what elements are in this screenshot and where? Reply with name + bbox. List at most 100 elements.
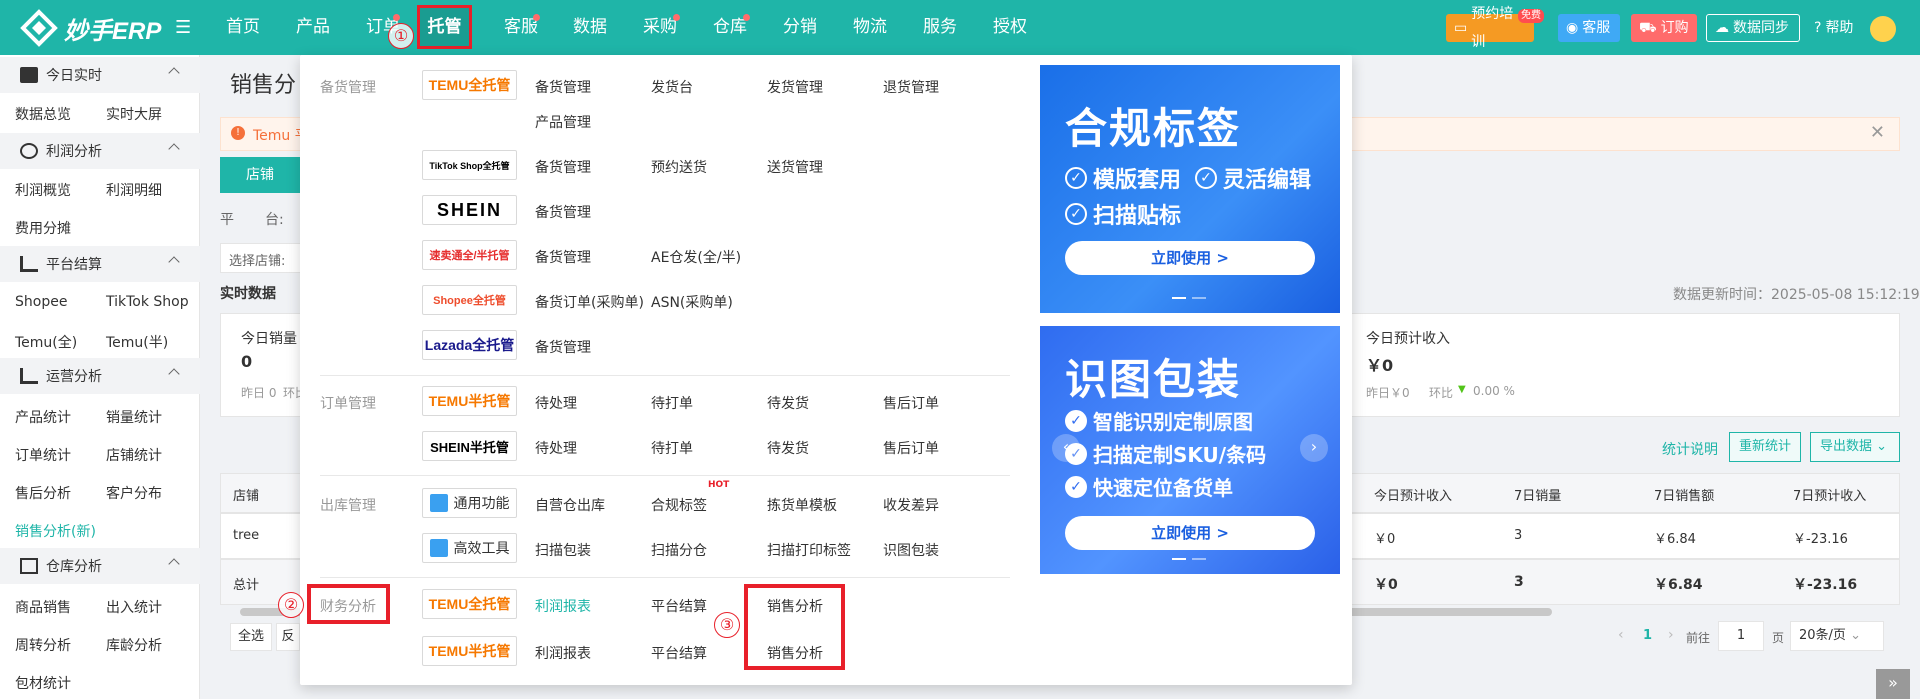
- link-temu-toprint[interactable]: 待打单: [651, 393, 693, 413]
- export-button[interactable]: 导出数据 ⌄: [1810, 432, 1900, 462]
- link-ship-desk[interactable]: 发货台: [651, 77, 693, 97]
- brand-logo[interactable]: 妙手ERP: [20, 9, 161, 47]
- nav-warehouse[interactable]: 仓库: [705, 0, 755, 55]
- invert-button[interactable]: 反: [276, 623, 300, 651]
- link-platform-settle-1[interactable]: 平台结算: [651, 596, 707, 616]
- nav-home[interactable]: 首页: [218, 0, 268, 55]
- sidebar-item-customer[interactable]: 客户分布: [106, 483, 162, 503]
- sidebar-item-shop-stats[interactable]: 店铺统计: [106, 445, 162, 465]
- nav-purchase[interactable]: 采购: [635, 0, 685, 55]
- nav-authorize[interactable]: 授权: [985, 0, 1035, 55]
- link-shein-toprint[interactable]: 待打单: [651, 438, 693, 458]
- link-return-manage[interactable]: 退货管理: [883, 77, 939, 97]
- link-pick-template[interactable]: 拣货单模板: [767, 495, 837, 515]
- sidebar-group-operations[interactable]: 运营分析: [0, 358, 200, 394]
- expand-right-icon[interactable]: »: [1876, 669, 1910, 699]
- link-temu-pending[interactable]: 待处理: [535, 393, 577, 413]
- col-7d-income[interactable]: 7日预计收入: [1793, 485, 1866, 504]
- sidebar-item-product-stats[interactable]: 产品统计: [15, 407, 71, 427]
- carousel-dot[interactable]: [1192, 297, 1206, 299]
- sidebar-group-realtime[interactable]: 今日实时: [0, 57, 200, 93]
- sidebar-item-temu-full[interactable]: Temu(全): [15, 332, 77, 352]
- link-tiktok-delivery[interactable]: 送货管理: [767, 157, 823, 177]
- compliance-label-banner[interactable]: 合规标签 ✓ 模版套用 ✓ 灵活编辑 ✓ 扫描贴标 立即使用 >: [1040, 65, 1340, 313]
- page-size-select[interactable]: 20条/页 ⌄: [1790, 621, 1884, 651]
- sync-button[interactable]: ☁ 数据同步: [1706, 14, 1800, 42]
- sidebar-item-temu-half[interactable]: Temu(半): [106, 332, 168, 352]
- select-all-button[interactable]: 全选: [230, 623, 272, 651]
- link-lazada-stock[interactable]: 备货管理: [535, 337, 591, 357]
- carousel-dot[interactable]: [1172, 558, 1186, 560]
- sidebar-item-overview[interactable]: 数据总览: [15, 104, 71, 124]
- sidebar-item-bigscreen[interactable]: 实时大屏: [106, 104, 162, 124]
- sidebar-item-sales-stats[interactable]: 销量统计: [106, 407, 162, 427]
- link-tiktok-stock[interactable]: 备货管理: [535, 157, 591, 177]
- link-self-outbound[interactable]: 自营仓出库: [535, 495, 605, 515]
- col-7d-sales[interactable]: 7日销量: [1514, 485, 1561, 504]
- link-product-manage[interactable]: 产品管理: [535, 112, 591, 132]
- link-compliance-label[interactable]: 合规标签: [651, 495, 707, 515]
- link-scan-pack[interactable]: 扫描包装: [535, 540, 591, 560]
- nav-data[interactable]: 数据: [565, 0, 615, 55]
- link-temu-aftersale[interactable]: 售后订单: [883, 393, 939, 413]
- col-today-income[interactable]: 今日预计收入: [1374, 485, 1452, 504]
- sidebar-group-settlement[interactable]: 平台结算: [0, 246, 200, 282]
- menu-toggle-icon[interactable]: ☰: [175, 17, 191, 38]
- link-profit-report-1[interactable]: 利润报表: [535, 596, 591, 616]
- nav-services[interactable]: 服务: [915, 0, 965, 55]
- tab-shop[interactable]: 店铺: [220, 157, 300, 193]
- chevron-left-icon[interactable]: ‹: [1052, 434, 1080, 462]
- sidebar-item-stock-age[interactable]: 库龄分析: [106, 635, 162, 655]
- goto-input[interactable]: 1: [1718, 621, 1764, 651]
- stats-desc-link[interactable]: 统计说明: [1662, 439, 1718, 459]
- nav-service[interactable]: 客服: [496, 0, 546, 55]
- nav-logistics[interactable]: 物流: [845, 0, 895, 55]
- link-profit-report-2[interactable]: 利润报表: [535, 643, 591, 663]
- link-diff[interactable]: 收发差异: [883, 495, 939, 515]
- link-image-pack[interactable]: 识图包装: [883, 540, 939, 560]
- link-tiktok-reserve[interactable]: 预约送货: [651, 157, 707, 177]
- sidebar-item-aftersale[interactable]: 售后分析: [15, 483, 71, 503]
- help-button[interactable]: ? 帮助: [1806, 14, 1862, 42]
- prev-page-icon[interactable]: ‹: [1618, 627, 1624, 643]
- link-shein-pending[interactable]: 待处理: [535, 438, 577, 458]
- nav-product[interactable]: 产品: [288, 0, 338, 55]
- nav-distribution[interactable]: 分销: [775, 0, 825, 55]
- next-page-icon[interactable]: ›: [1668, 627, 1674, 643]
- sidebar-item-shopee[interactable]: Shopee: [15, 294, 67, 310]
- link-shein-toship[interactable]: 待发货: [767, 438, 809, 458]
- sidebar-item-packing[interactable]: 包材统计: [15, 673, 71, 693]
- sidebar-group-profit[interactable]: 利润分析: [0, 133, 200, 169]
- link-ae-stock[interactable]: 备货管理: [535, 247, 591, 267]
- recount-button[interactable]: 重新统计: [1729, 432, 1801, 462]
- sidebar-item-sales-analysis-new[interactable]: 销售分析(新): [15, 521, 96, 541]
- link-scan-print[interactable]: 扫描打印标签: [767, 540, 851, 560]
- avatar[interactable]: [1870, 16, 1896, 42]
- link-temu-toship[interactable]: 待发货: [767, 393, 809, 413]
- service-button[interactable]: ◉ 客服: [1558, 14, 1620, 42]
- sidebar-item-goods-sales[interactable]: 商品销售: [15, 597, 71, 617]
- link-stock-manage[interactable]: 备货管理: [535, 77, 591, 97]
- nav-hosting[interactable]: 托管: [417, 5, 472, 49]
- link-platform-settle-2[interactable]: 平台结算: [651, 643, 707, 663]
- banner1-cta-button[interactable]: 立即使用 >: [1065, 241, 1315, 275]
- image-pack-banner[interactable]: 识图包装 ✓ 智能识别定制原图 ✓ 扫描定制SKU/条码 ✓ 快速定位备货单 立即使用…: [1040, 326, 1340, 574]
- carousel-dot[interactable]: [1172, 297, 1186, 299]
- sidebar-item-inout[interactable]: 出入统计: [106, 597, 162, 617]
- sidebar-group-warehouse[interactable]: 仓库分析: [0, 548, 200, 584]
- sidebar-item-cost-share[interactable]: 费用分摊: [15, 218, 71, 238]
- link-shein-stock[interactable]: 备货管理: [535, 202, 591, 222]
- link-shein-aftersale[interactable]: 售后订单: [883, 438, 939, 458]
- chevron-right-icon[interactable]: ›: [1300, 434, 1328, 462]
- sidebar-item-tiktok[interactable]: TikTok Shop: [106, 294, 189, 310]
- link-ship-manage[interactable]: 发货管理: [767, 77, 823, 97]
- link-scan-sort[interactable]: 扫描分仓: [651, 540, 707, 560]
- sidebar-item-turnover[interactable]: 周转分析: [15, 635, 71, 655]
- link-shopee-asn[interactable]: ASN(采购单): [651, 292, 733, 312]
- page-number[interactable]: 1: [1643, 628, 1652, 643]
- close-icon[interactable]: ✕: [1870, 122, 1885, 143]
- carousel-dot[interactable]: [1192, 558, 1206, 560]
- sidebar-item-order-stats[interactable]: 订单统计: [15, 445, 71, 465]
- sidebar-item-profit-overview[interactable]: 利润概览: [15, 180, 71, 200]
- link-ae-warehouse[interactable]: AE仓发(全/半): [651, 247, 741, 267]
